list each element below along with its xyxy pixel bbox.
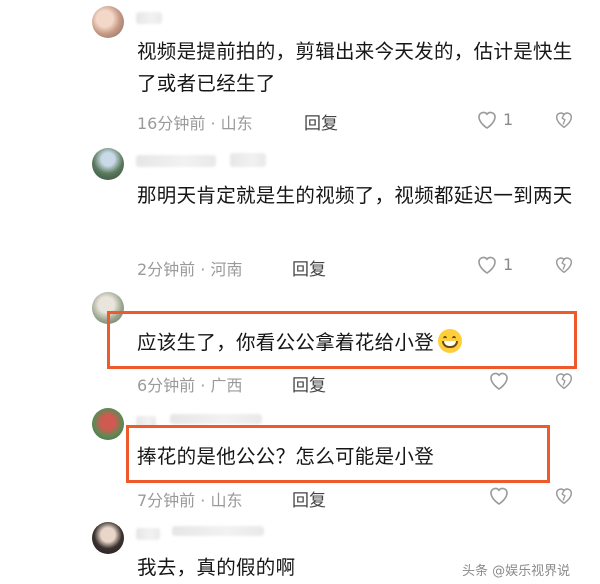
like-button[interactable]: 1 [475,108,513,130]
reply-button[interactable]: 回复 [292,255,326,280]
comment-text: 视频是提前拍的，剪辑出来今天发的，估计是快生了或者已经生了 [137,40,573,95]
user-badge [172,526,264,536]
comment-text-body: 应该生了，你看公公拿着花给小登 [137,331,435,354]
avatar[interactable] [92,6,124,38]
user-badge [170,414,262,424]
like-button[interactable] [487,484,511,506]
comment-text: 应该生了，你看公公拿着花给小登 [137,327,577,359]
reply-button[interactable]: 回复 [304,109,338,134]
dislike-button[interactable] [553,108,575,134]
reply-button[interactable]: 回复 [292,486,326,511]
comment-time-location: 16分钟前 · 山东 [137,114,253,133]
broken-heart-icon [555,488,573,505]
heart-outline-icon [478,111,496,129]
like-button[interactable]: 1 [475,253,513,275]
like-button[interactable] [487,369,511,391]
avatar[interactable] [92,148,124,180]
dislike-button[interactable] [553,253,575,279]
comment-time-location: 7分钟前 · 山东 [137,491,243,510]
comment-time-location: 6分钟前 · 广西 [137,376,243,395]
heart-outline-icon [478,256,496,274]
username[interactable] [136,528,160,540]
dislike-button[interactable] [553,484,575,510]
user-badge [230,153,266,167]
avatar[interactable] [92,522,124,554]
broken-heart-icon [555,112,573,129]
username[interactable] [136,155,216,167]
broken-heart-icon [555,257,573,274]
like-count: 1 [503,254,514,274]
comment-text: 那明天肯定就是生的视频了，视频都延迟一到两天 [137,184,573,207]
reply-button[interactable]: 回复 [292,371,326,396]
comment-text: 捧花的是他公公？怎么可能是小登 [137,445,435,468]
broken-heart-icon [555,373,573,390]
like-count: 1 [503,109,514,129]
dislike-button[interactable] [553,369,575,395]
username[interactable] [136,12,162,24]
comment-time-location: 2分钟前 · 河南 [137,260,243,279]
heart-outline-icon [490,372,508,390]
avatar[interactable] [92,408,124,440]
grin-emoji-icon [438,329,463,353]
watermark: 头条 @娱乐视界说 [462,564,571,579]
heart-outline-icon [490,487,508,505]
